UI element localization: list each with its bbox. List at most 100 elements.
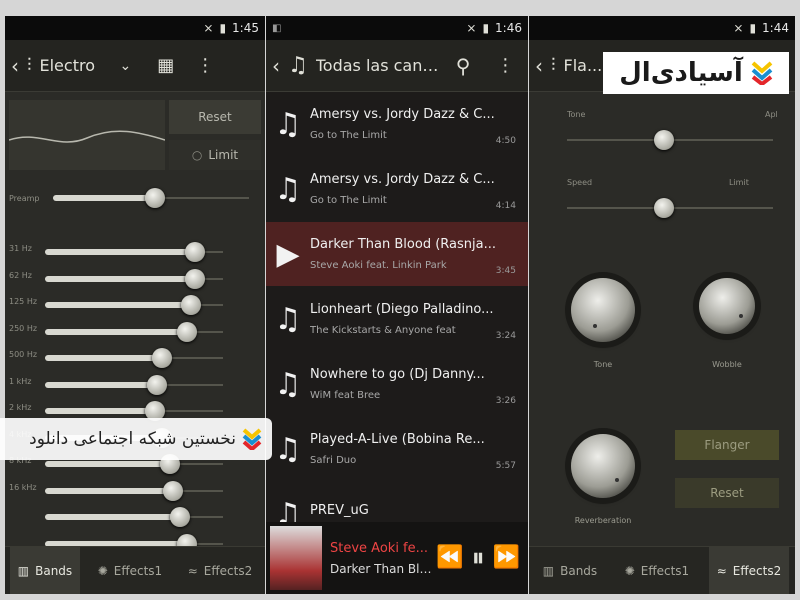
tab-effects2[interactable]: ≈ Effects2 xyxy=(180,547,260,594)
band-label: 31 Hz xyxy=(9,244,32,253)
band-slider[interactable] xyxy=(45,348,223,368)
music-note-icon: ♫ xyxy=(274,431,302,467)
preamp-slider[interactable] xyxy=(53,188,249,208)
slider-knob[interactable] xyxy=(144,188,165,208)
band-label: 2 kHz xyxy=(9,403,32,412)
mute-icon: ⨯ xyxy=(466,21,477,35)
save-preset-icon[interactable]: ▦ xyxy=(157,56,174,75)
slider-knob[interactable] xyxy=(653,130,674,150)
speed-slider[interactable] xyxy=(567,198,773,218)
tab-effects2[interactable]: ≈ Effects2 xyxy=(708,547,790,594)
watermark-logo: آسیادی‌ال xyxy=(603,52,789,94)
song-row[interactable]: ♫ Amersy vs. Jordy Dazz & C... Go to The L… xyxy=(266,157,528,221)
band-slider[interactable] xyxy=(45,480,223,501)
slider-knob[interactable] xyxy=(184,268,205,289)
band-slider[interactable] xyxy=(45,454,223,474)
song-row[interactable]: ♫ Amersy vs. Jordy Dazz & C... Go to The L… xyxy=(266,92,528,156)
band-slider[interactable] xyxy=(45,242,223,262)
band-slider[interactable] xyxy=(45,507,223,527)
overflow-menu-icon[interactable]: ⋮ xyxy=(196,56,214,75)
status-time: 1:46 xyxy=(495,21,522,35)
slider-knob[interactable] xyxy=(170,507,191,527)
tab-effects1[interactable]: ✺ Effects1 xyxy=(90,547,170,594)
status-time: 1:44 xyxy=(762,21,789,35)
reset-button[interactable]: Reset xyxy=(169,100,261,134)
band-slider[interactable] xyxy=(45,401,223,421)
effects-icon: ✺ xyxy=(624,563,635,578)
flanger-button[interactable]: Flanger xyxy=(675,430,779,460)
battery-icon: ▮ xyxy=(219,21,227,35)
equalizer-screen: ⨯ ▮ 1:45 ‹ ⫶ Electro ⌄ ▦ ⋮ Reset ○ Limit… xyxy=(5,16,265,594)
now-playing-bar[interactable]: Steve Aoki fe... Darker Than Blo... ⏪ ⏸ … xyxy=(266,522,528,594)
slider-knob[interactable] xyxy=(152,348,173,368)
speed-label: Speed xyxy=(567,178,593,187)
song-duration: 3:24 xyxy=(495,331,516,341)
slider-knob[interactable] xyxy=(184,242,205,262)
tab-bands[interactable]: ▥ Bands xyxy=(535,547,605,594)
reset-button[interactable]: Reset xyxy=(675,478,779,508)
preset-name[interactable]: Electro xyxy=(40,56,112,75)
play-icon: ▶ xyxy=(276,236,300,272)
bars-icon: ▥ xyxy=(17,563,30,578)
bottom-tabs: ▥ Bands ✺ Effects1 ≈ Effects2 xyxy=(5,546,265,594)
song-list-screen: ◧ ⨯ ▮ 1:46 ‹ ♫ Todas las canci... ⚲ ⋮ ♫ A… xyxy=(266,16,528,594)
band-slider[interactable] xyxy=(45,321,223,342)
overflow-menu-icon[interactable]: ⋮ xyxy=(496,56,514,75)
action-bar: ‹ ⫶ Electro ⌄ ▦ ⋮ xyxy=(5,40,265,92)
slider-knob[interactable] xyxy=(163,480,184,501)
tone-slider[interactable] xyxy=(567,130,773,150)
preamp-label: Preamp xyxy=(9,194,40,203)
back-icon[interactable]: ‹ xyxy=(11,56,19,76)
reverberation-knob[interactable] xyxy=(571,434,635,498)
screen-title: Fla... xyxy=(563,56,603,75)
song-row[interactable]: ▶ Darker Than Blood (Rasnja... Steve Aoki … xyxy=(266,222,528,286)
search-icon[interactable]: ⚲ xyxy=(456,56,471,76)
song-row[interactable]: ♫ Played-A-Live (Bobina Re... Safri Duo 5:5… xyxy=(266,417,528,481)
band-label: 500 Hz xyxy=(9,350,38,359)
eq-curve-graph xyxy=(8,130,166,143)
speed-right-label: Limit xyxy=(729,178,749,187)
tone-right-label: Apl xyxy=(765,110,778,119)
band-label: 125 Hz xyxy=(9,297,38,306)
next-icon[interactable]: ⏩ xyxy=(493,547,520,569)
song-row[interactable]: ♫ Lionheart (Diego Palladino... The Kickst… xyxy=(266,287,528,351)
slider-knob[interactable] xyxy=(180,295,201,315)
checkbox-icon: ○ xyxy=(191,148,203,162)
list-title: Todas las canci... xyxy=(315,56,440,75)
tab-effects1[interactable]: ✺ Effects1 xyxy=(617,547,697,594)
wobble-knob[interactable] xyxy=(699,278,755,334)
song-row[interactable]: ♫ Nowhere to go (Dj Danny... WiM feat Bree… xyxy=(266,352,528,416)
back-icon[interactable]: ‹ xyxy=(535,56,543,76)
band-slider[interactable] xyxy=(45,374,223,395)
band-slider[interactable] xyxy=(45,295,223,315)
now-playing-title: Steve Aoki fe... xyxy=(330,540,429,556)
band-slider[interactable] xyxy=(45,268,223,289)
previous-icon[interactable]: ⏪ xyxy=(436,547,463,569)
song-title: Amersy vs. Jordy Dazz & C... xyxy=(310,172,495,187)
watermark-logo-text: آسیادی‌ال xyxy=(619,58,743,88)
now-playing-subtitle: Darker Than Blo... xyxy=(330,561,433,576)
slider-knob[interactable] xyxy=(653,198,674,218)
song-duration: 5:57 xyxy=(495,461,516,471)
back-icon[interactable]: ‹ xyxy=(272,56,280,76)
band-label: 16 kHz xyxy=(9,482,37,492)
effects2-icon: ≈ xyxy=(716,563,727,578)
album-art xyxy=(270,526,322,590)
limit-toggle[interactable]: ○ Limit xyxy=(169,140,261,170)
slider-knob[interactable] xyxy=(177,321,198,342)
tone-knob[interactable] xyxy=(571,278,635,342)
equalizer-icon: ⫶ xyxy=(551,54,556,76)
chevron-logo-icon xyxy=(242,428,262,450)
status-bar: ◧ ⨯ ▮ 1:46 xyxy=(266,16,528,40)
song-title: Darker Than Blood (Rasnja... xyxy=(310,237,496,252)
screenshot-collage: ⨯ ▮ 1:45 ‹ ⫶ Electro ⌄ ▦ ⋮ Reset ○ Limit… xyxy=(0,0,800,600)
chevron-down-icon[interactable]: ⌄ xyxy=(120,59,132,73)
mute-icon: ⨯ xyxy=(203,21,214,35)
watermark-banner-text: نخستین شبکه اجتماعی دانلود xyxy=(29,429,236,449)
wobble-knob-label: Wobble xyxy=(712,360,742,369)
pause-icon[interactable]: ⏸ xyxy=(472,545,485,571)
song-duration: 3:26 xyxy=(495,396,516,406)
song-title: Played-A-Live (Bobina Re... xyxy=(310,432,485,447)
tab-bands[interactable]: ▥ Bands xyxy=(9,547,81,594)
slider-knob[interactable] xyxy=(147,374,168,395)
